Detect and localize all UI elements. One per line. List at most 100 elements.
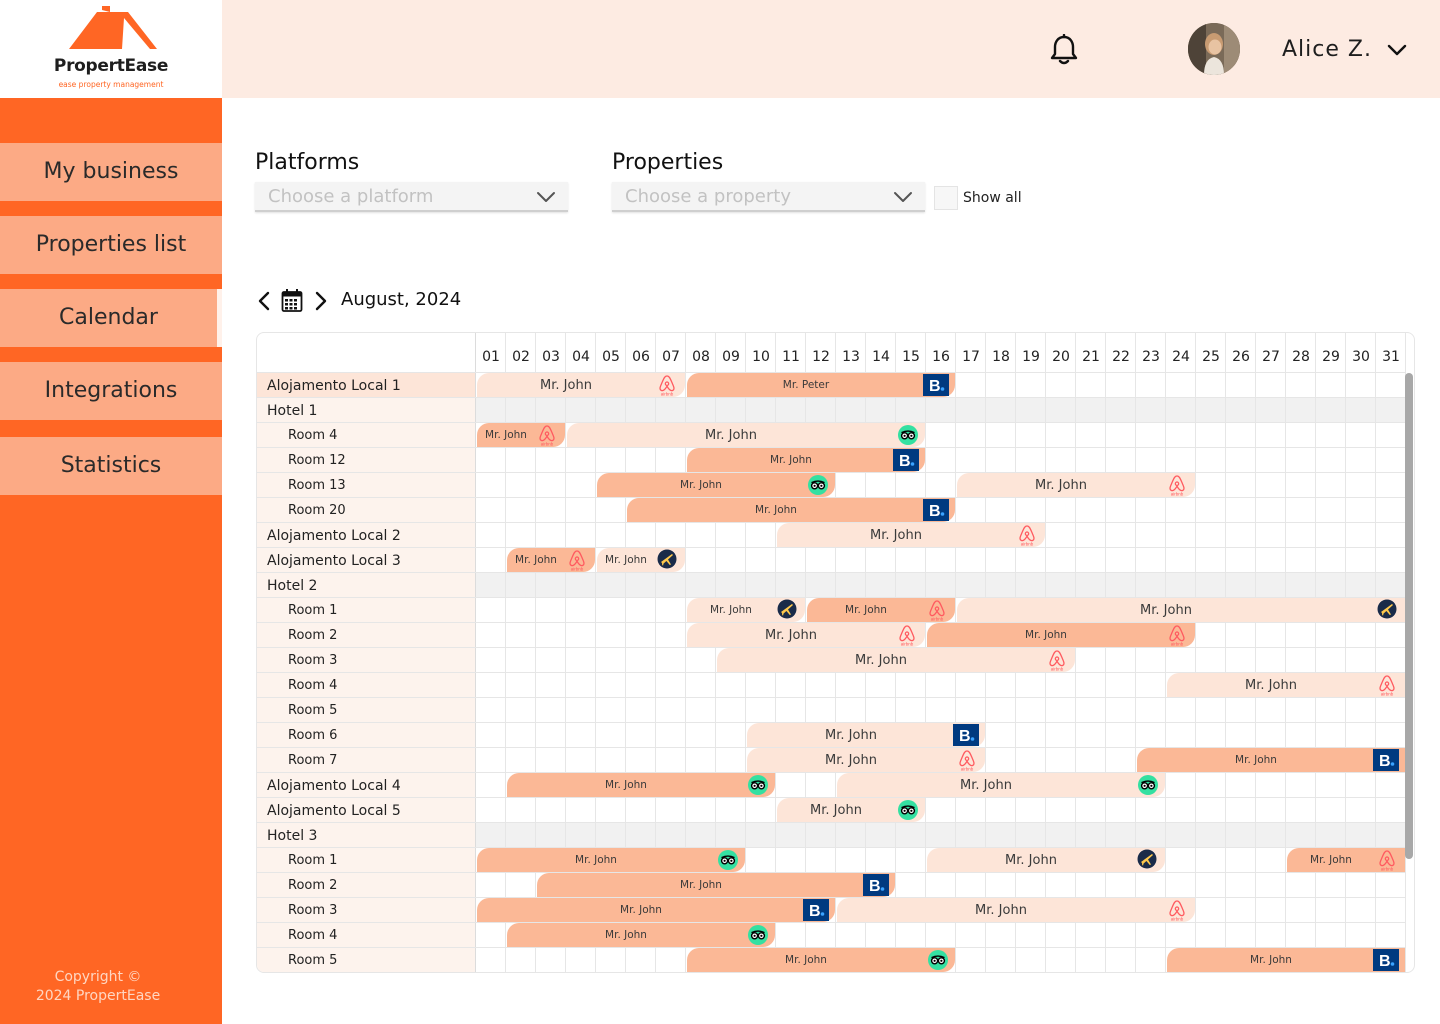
- booking-bar[interactable]: Mr. John B: [687, 448, 925, 472]
- day-header: 25: [1202, 349, 1220, 365]
- show-all-checkbox[interactable]: [934, 186, 958, 210]
- day-header: 24: [1172, 349, 1190, 365]
- chevron-left-icon[interactable]: [256, 290, 272, 312]
- sidebar-item-statistics[interactable]: Statistics: [0, 437, 222, 495]
- booking-bar[interactable]: Mr. John airbnb: [477, 373, 685, 397]
- booking-guest: Mr. John: [620, 904, 662, 916]
- booking-bar[interactable]: Mr. John airbnb: [957, 473, 1195, 497]
- sidebar-item-properties-list[interactable]: Properties list: [0, 216, 222, 274]
- room-label[interactable]: Room 20: [257, 498, 475, 522]
- booking-icon: B: [923, 499, 949, 525]
- day-header: 10: [752, 349, 770, 365]
- user-avatar[interactable]: [1188, 23, 1240, 75]
- booking-bar[interactable]: Mr. John B: [747, 723, 985, 747]
- room-label[interactable]: Room 3: [257, 648, 475, 672]
- booking-bar[interactable]: Mr. John airbnb: [477, 423, 565, 447]
- room-label[interactable]: Room 2: [257, 623, 475, 647]
- day-header: 22: [1112, 349, 1130, 365]
- hotel-label[interactable]: Hotel 2: [257, 573, 475, 597]
- property-label[interactable]: Alojamento Local 5: [257, 798, 475, 822]
- booking-bar[interactable]: Mr. John B: [1167, 948, 1405, 972]
- hotel-label[interactable]: Hotel 3: [257, 823, 475, 847]
- airbnb-icon: airbnb: [1167, 899, 1187, 925]
- booking-icon: B: [953, 724, 979, 750]
- booking-bar[interactable]: Mr. John airbnb: [837, 898, 1195, 922]
- booking-bar[interactable]: Mr. John: [687, 948, 955, 972]
- room-label[interactable]: Room 2: [257, 873, 475, 897]
- hotel-label[interactable]: Hotel 1: [257, 398, 475, 422]
- user-name[interactable]: Alice Z.: [1282, 37, 1372, 62]
- expedia-icon: [657, 549, 677, 573]
- booking-guest: Mr. John: [1235, 754, 1277, 766]
- platform-select[interactable]: Choose a platform: [255, 182, 568, 212]
- bell-icon[interactable]: [1049, 34, 1079, 66]
- booking-bar[interactable]: Mr. John B: [537, 873, 895, 897]
- brand-name: PropertEase: [53, 56, 169, 76]
- booking-bar[interactable]: Mr. John: [957, 598, 1405, 622]
- booking-bar[interactable]: Mr. Peter B: [687, 373, 955, 397]
- booking-bar[interactable]: Mr. John airbnb: [927, 623, 1195, 647]
- room-label[interactable]: Room 12: [257, 448, 475, 472]
- booking-bar[interactable]: Mr. John airbnb: [717, 648, 1075, 672]
- chevron-right-icon[interactable]: [313, 290, 329, 312]
- room-label[interactable]: Room 4: [257, 423, 475, 447]
- svg-text:B: B: [929, 378, 941, 395]
- booking-bar[interactable]: Mr. John B: [627, 498, 955, 522]
- booking-guest: Mr. John: [870, 528, 922, 543]
- booking-bar[interactable]: Mr. John B: [477, 898, 835, 922]
- property-label[interactable]: Alojamento Local 2: [257, 523, 475, 547]
- room-label[interactable]: Room 5: [257, 948, 475, 972]
- calendar-icon[interactable]: [281, 288, 303, 313]
- booking-bar[interactable]: Mr. John: [597, 548, 685, 572]
- booking-bar[interactable]: Mr. John airbnb: [1167, 673, 1405, 697]
- day-header: 13: [842, 349, 860, 365]
- booking-bar[interactable]: Mr. John: [837, 773, 1165, 797]
- room-label[interactable]: Room 5: [257, 698, 475, 722]
- room-label[interactable]: Room 4: [257, 673, 475, 697]
- room-label[interactable]: Room 13: [257, 473, 475, 497]
- room-label[interactable]: Room 1: [257, 848, 475, 872]
- vertical-scrollbar[interactable]: [1405, 373, 1413, 859]
- svg-text:airbnb: airbnb: [1381, 692, 1394, 697]
- room-label[interactable]: Room 4: [257, 923, 475, 947]
- booking-bar[interactable]: Mr. John airbnb: [777, 523, 1045, 547]
- svg-text:B: B: [869, 878, 881, 895]
- tripadvisor-icon: [927, 949, 949, 972]
- sidebar-item-my-business[interactable]: My business: [0, 143, 222, 201]
- property-label[interactable]: Alojamento Local 4: [257, 773, 475, 797]
- chevron-down-icon[interactable]: [1386, 43, 1408, 57]
- booking-bar[interactable]: Mr. John B: [1137, 748, 1405, 772]
- booking-bar[interactable]: Mr. John: [507, 923, 775, 947]
- svg-text:airbnb: airbnb: [1171, 917, 1184, 922]
- booking-bar[interactable]: Mr. John: [927, 848, 1165, 872]
- room-label[interactable]: Room 7: [257, 748, 475, 772]
- day-header: 26: [1232, 349, 1250, 365]
- sidebar-item-calendar[interactable]: Calendar: [0, 289, 222, 347]
- booking-bar[interactable]: Mr. John airbnb: [507, 548, 595, 572]
- booking-bar[interactable]: Mr. John: [507, 773, 775, 797]
- booking-bar[interactable]: Mr. John: [477, 848, 745, 872]
- property-label[interactable]: Alojamento Local 1: [257, 373, 475, 397]
- logo[interactable]: PropertEase ease property management: [0, 0, 222, 98]
- booking-bar[interactable]: Mr. John: [777, 798, 925, 822]
- tripadvisor-icon: [1137, 774, 1159, 800]
- booking-bar[interactable]: Mr. John: [597, 473, 835, 497]
- property-label[interactable]: Alojamento Local 3: [257, 548, 475, 572]
- booking-bar[interactable]: Mr. John airbnb: [1287, 848, 1405, 872]
- day-header: 01: [482, 349, 500, 365]
- property-select[interactable]: Choose a property: [612, 182, 925, 212]
- room-label[interactable]: Room 3: [257, 898, 475, 922]
- sidebar-item-integrations[interactable]: Integrations: [0, 362, 222, 420]
- booking-bar[interactable]: Mr. John airbnb: [687, 623, 925, 647]
- svg-text:B: B: [959, 728, 971, 745]
- day-header: 21: [1082, 349, 1100, 365]
- booking-bar[interactable]: Mr. John airbnb: [807, 598, 955, 622]
- room-label[interactable]: Room 6: [257, 723, 475, 747]
- booking-bar[interactable]: Mr. John airbnb: [747, 748, 985, 772]
- booking-bar[interactable]: Mr. John: [687, 598, 805, 622]
- booking-bar[interactable]: Mr. John: [567, 423, 925, 447]
- airbnb-icon: airbnb: [657, 374, 677, 400]
- room-label[interactable]: Room 1: [257, 598, 475, 622]
- tripadvisor-icon: [717, 849, 739, 875]
- day-header: 30: [1352, 349, 1370, 365]
